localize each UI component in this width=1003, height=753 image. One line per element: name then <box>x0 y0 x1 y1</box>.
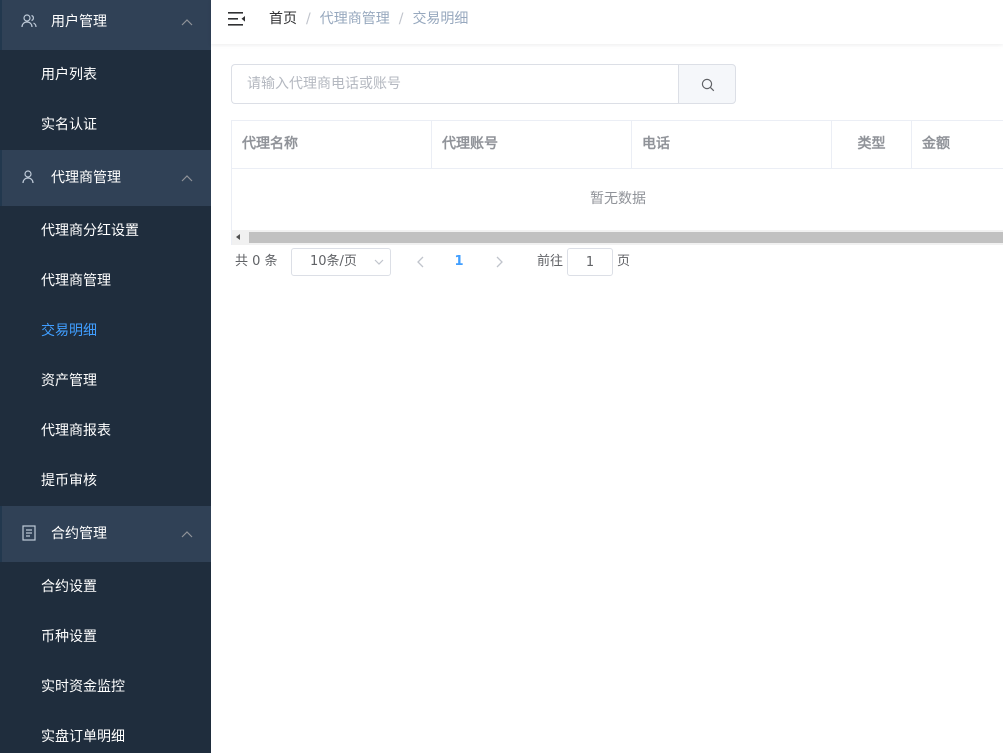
sidebar-item-currency-settings[interactable]: 币种设置 <box>0 612 211 662</box>
column-header-amount: 金额 <box>922 136 950 152</box>
menu-group-label: 合约管理 <box>51 526 107 542</box>
menu-group-user-management[interactable]: 用户管理 <box>0 0 211 50</box>
page-size-value: 10条/页 <box>310 254 357 269</box>
goto-suffix: 页 <box>617 254 631 269</box>
menu-group-label: 用户管理 <box>51 14 107 30</box>
document-icon <box>22 525 36 541</box>
next-page-icon[interactable] <box>491 256 507 268</box>
column-header-phone: 电话 <box>632 121 832 169</box>
menu-group-label: 代理商管理 <box>51 170 121 186</box>
breadcrumb-separator: / <box>398 11 404 27</box>
scroll-left-arrow-icon[interactable] <box>236 234 240 240</box>
chevron-up-icon <box>181 175 193 182</box>
search-bar <box>231 64 736 104</box>
top-navbar: 首页 / 代理商管理 / 交易明细 <box>211 0 1003 44</box>
transaction-table: 代理名称 代理账号 电话 类型 金额 暂无数据 <box>231 120 1003 245</box>
breadcrumb-transaction-details: 交易明细 <box>412 11 469 27</box>
table-horizontal-scrollbar[interactable] <box>232 230 1003 245</box>
sidebar-item-agent-dividend-settings[interactable]: 代理商分红设置 <box>0 206 211 256</box>
chevron-up-icon <box>181 19 193 26</box>
sidebar-item-agent-report[interactable]: 代理商报表 <box>0 406 211 456</box>
table-header: 代理名称 代理账号 电话 类型 金额 <box>232 121 1003 169</box>
menu-group-agent-management[interactable]: 代理商管理 <box>0 150 211 206</box>
sidebar: 用户管理 用户列表 实名认证 代理商管理 代理商分红设置 代理商管理 交易明细 … <box>0 0 211 753</box>
search-button[interactable] <box>678 64 736 104</box>
sidebar-item-live-order-details[interactable]: 实盘订单明细 <box>0 712 211 753</box>
goto-label: 前往 <box>537 254 564 269</box>
menu-group-contract-management[interactable]: 合约管理 <box>0 506 211 562</box>
sidebar-item-transaction-details[interactable]: 交易明细 <box>0 306 211 356</box>
page-size-select[interactable]: 10条/页 <box>291 248 391 276</box>
goto-page-input[interactable] <box>567 248 613 276</box>
scrollbar-thumb[interactable] <box>249 232 1003 243</box>
breadcrumb-separator: / <box>306 11 311 27</box>
menu-fold-icon[interactable] <box>228 11 246 27</box>
breadcrumb: 首页 / 代理商管理 / 交易明细 <box>269 0 468 38</box>
pagination-total: 共 0 条 <box>235 254 278 269</box>
pagination: 共 0 条 10条/页 1 前往 页 <box>235 248 655 276</box>
search-icon <box>701 78 715 92</box>
column-header-agent-account: 代理账号 <box>432 121 632 169</box>
table-empty-text: 暂无数据 <box>590 191 646 207</box>
chevron-down-icon <box>374 259 384 265</box>
search-input[interactable] <box>231 64 679 104</box>
sidebar-item-withdrawal-review[interactable]: 提币审核 <box>0 456 211 506</box>
sidebar-item-realtime-fund-monitor[interactable]: 实时资金监控 <box>0 662 211 712</box>
breadcrumb-agent-management: 代理商管理 <box>319 11 390 27</box>
chevron-up-icon <box>181 531 193 538</box>
prev-page-icon[interactable] <box>413 256 429 268</box>
sidebar-item-agent-management[interactable]: 代理商管理 <box>0 256 211 306</box>
user-icon <box>22 170 34 184</box>
column-header-type: 类型 <box>832 121 912 169</box>
column-header-agent-name: 代理名称 <box>232 121 432 169</box>
users-icon <box>21 14 37 28</box>
sidebar-item-asset-management[interactable]: 资产管理 <box>0 356 211 406</box>
sidebar-item-contract-settings[interactable]: 合约设置 <box>0 562 211 612</box>
sidebar-item-user-list[interactable]: 用户列表 <box>0 50 211 100</box>
sidebar-item-real-name-auth[interactable]: 实名认证 <box>0 100 211 150</box>
page-number-current[interactable]: 1 <box>450 248 468 276</box>
breadcrumb-home[interactable]: 首页 <box>269 11 297 27</box>
